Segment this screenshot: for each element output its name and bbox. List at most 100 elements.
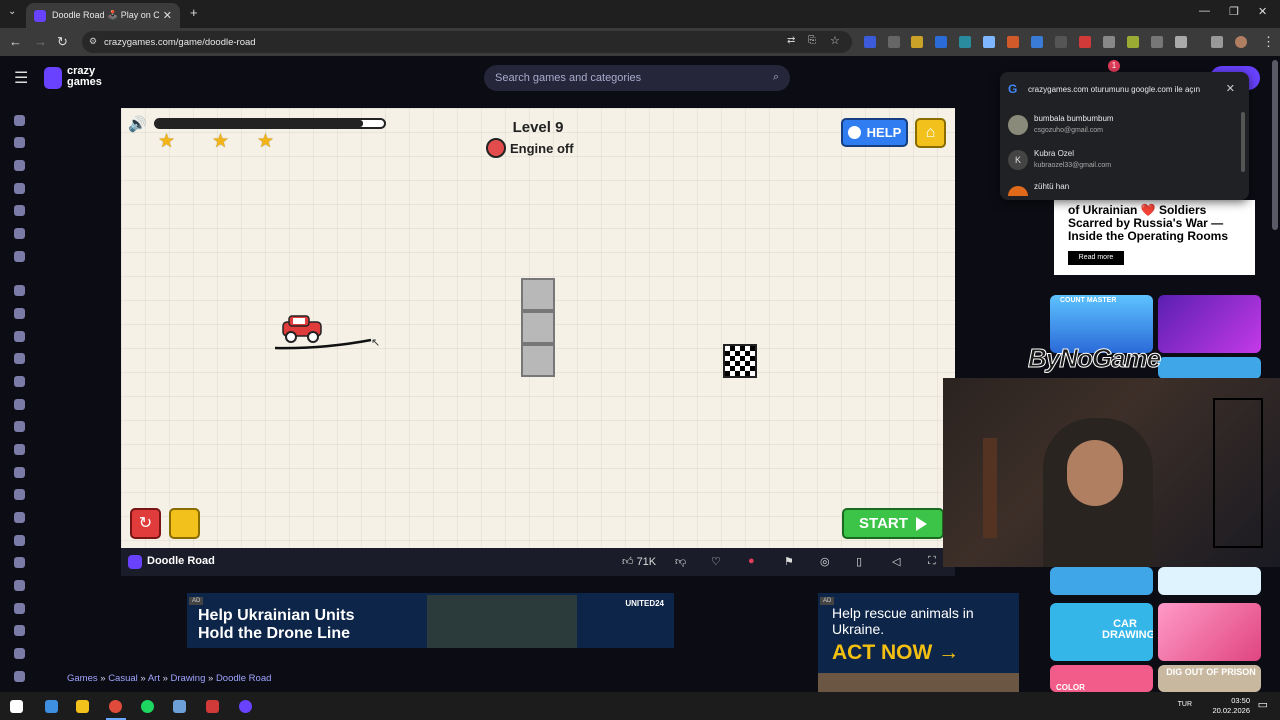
extension-icon[interactable] bbox=[1031, 36, 1043, 48]
updated-icon[interactable] bbox=[14, 205, 25, 216]
new-tab-icon[interactable]: + bbox=[190, 5, 198, 20]
home-button[interactable]: ⌂ bbox=[915, 118, 946, 148]
crazygames-logo-icon[interactable] bbox=[44, 67, 62, 89]
account-option[interactable]: bumbala bumbumbum csgozuho@gmail.com bbox=[1006, 109, 1236, 143]
extension-icon[interactable] bbox=[983, 36, 995, 48]
windows-start-icon[interactable] bbox=[10, 700, 23, 713]
minimize-icon[interactable]: — bbox=[1199, 5, 1210, 17]
profile-avatar[interactable] bbox=[1235, 36, 1247, 48]
controller-icon[interactable] bbox=[14, 467, 25, 478]
new-icon[interactable] bbox=[14, 160, 25, 171]
thumbs-down-icon[interactable]: 👎︎ bbox=[675, 555, 686, 568]
clicker-icon[interactable] bbox=[14, 444, 25, 455]
basketball-icon[interactable] bbox=[14, 331, 25, 342]
eraser-button[interactable] bbox=[169, 508, 200, 539]
extensions-puzzle-icon[interactable] bbox=[1175, 36, 1187, 48]
search-icon[interactable]: ⌕ bbox=[773, 71, 779, 84]
file-explorer-icon[interactable] bbox=[76, 700, 89, 713]
read-more-button[interactable]: Read more bbox=[1068, 251, 1124, 265]
recent-icon[interactable] bbox=[14, 137, 25, 148]
extension-icon[interactable] bbox=[1127, 36, 1139, 48]
minecraft-icon[interactable] bbox=[14, 648, 25, 659]
hamburger-menu-icon[interactable]: ☰ bbox=[14, 68, 28, 88]
game-thumb-purple[interactable] bbox=[1158, 295, 1261, 353]
extension-icon[interactable] bbox=[1079, 36, 1091, 48]
ad-banner-ukraine[interactable]: Help Ukrainian Units Hold the Drone Line… bbox=[187, 593, 674, 648]
io-icon[interactable] bbox=[14, 603, 25, 614]
account-option[interactable]: zühtü han bbox=[1006, 178, 1236, 196]
back-icon[interactable]: ← bbox=[9, 34, 22, 49]
embed-icon[interactable]: ◎ bbox=[820, 555, 830, 568]
language-indicator[interactable]: TUR bbox=[1178, 701, 1192, 708]
browser-tab[interactable]: Doodle Road 🕹️ Play on CrazyGames ✕ bbox=[26, 3, 180, 28]
extension-icon[interactable] bbox=[959, 36, 971, 48]
bookmark-star-icon[interactable]: ☆ bbox=[830, 34, 840, 47]
site-info-icon[interactable]: ⚙ bbox=[89, 36, 97, 47]
menu-kebab-icon[interactable]: ⋮ bbox=[1262, 34, 1275, 50]
notification-center-icon[interactable]: ▭ bbox=[1258, 698, 1268, 711]
help-button[interactable]: HELP bbox=[841, 118, 908, 147]
system-clock[interactable]: 03:50 20.02.2026 bbox=[1212, 696, 1250, 716]
breadcrumb-drawing[interactable]: Drawing bbox=[171, 673, 206, 684]
reload-icon[interactable]: ↻ bbox=[57, 34, 68, 50]
home-icon[interactable] bbox=[14, 115, 25, 126]
popup-scrollbar[interactable] bbox=[1241, 112, 1245, 172]
discord-icon[interactable] bbox=[239, 700, 252, 713]
originals-icon[interactable] bbox=[14, 228, 25, 239]
search-icon[interactable] bbox=[45, 700, 58, 713]
ad-banner-animals[interactable]: Help rescue animals in Ukraine. ACT NOW … bbox=[818, 593, 1019, 693]
address-bar[interactable]: ⚙ crazygames.com/game/doodle-road ⇄ ⎘ ☆ bbox=[82, 31, 852, 53]
driving-icon[interactable] bbox=[14, 489, 25, 500]
extension-icon[interactable] bbox=[1103, 36, 1115, 48]
extension-icon[interactable] bbox=[864, 36, 876, 48]
mahjong-icon[interactable] bbox=[14, 625, 25, 636]
like-button[interactable]: 👍︎ 71K bbox=[622, 555, 656, 568]
extension-icon[interactable] bbox=[1151, 36, 1163, 48]
fullscreen-icon[interactable]: ⛶ bbox=[928, 555, 936, 568]
puzzle-icon[interactable] bbox=[14, 671, 25, 682]
game-thumb-car-drawing[interactable]: CAR DRAWING bbox=[1050, 603, 1153, 661]
ad-side-article[interactable]: of Ukrainian ❤️ Soldiers Scarred by Russ… bbox=[1054, 200, 1255, 275]
spotify-icon[interactable] bbox=[141, 700, 154, 713]
action-icon[interactable] bbox=[14, 285, 25, 296]
app-icon[interactable] bbox=[206, 700, 219, 713]
beauty-icon[interactable] bbox=[14, 353, 25, 364]
extension-icon[interactable] bbox=[1007, 36, 1019, 48]
trending-icon[interactable] bbox=[14, 183, 25, 194]
restart-button[interactable]: ↻ bbox=[130, 508, 161, 539]
adventure-icon[interactable] bbox=[14, 308, 25, 319]
start-button[interactable]: START bbox=[842, 508, 944, 539]
chrome-icon[interactable] bbox=[109, 700, 122, 713]
restore-icon[interactable]: ❐ bbox=[1229, 5, 1239, 18]
breadcrumb-games[interactable]: Games bbox=[67, 673, 98, 684]
flash-icon[interactable] bbox=[14, 535, 25, 546]
breadcrumb-casual[interactable]: Casual bbox=[108, 673, 138, 684]
card-icon[interactable] bbox=[14, 399, 25, 410]
install-icon[interactable]: ⎘ bbox=[808, 35, 816, 46]
translate-icon[interactable]: ⇄ bbox=[787, 35, 795, 46]
heart-icon[interactable]: ♡ bbox=[711, 555, 721, 568]
extension-icon[interactable] bbox=[935, 36, 947, 48]
page-scrollbar[interactable] bbox=[1272, 60, 1278, 230]
escape-icon[interactable] bbox=[14, 512, 25, 523]
mobile-icon[interactable]: ▯ bbox=[856, 555, 862, 568]
game-thumb-dig-out[interactable]: DIG OUT OF PRISON bbox=[1158, 665, 1261, 692]
reading-list-icon[interactable] bbox=[1211, 36, 1223, 48]
extension-icon[interactable] bbox=[1055, 36, 1067, 48]
account-option[interactable]: K Kubra Ozel kubraozel33@gmail.com bbox=[1006, 144, 1236, 178]
game-canvas[interactable]: 🔊 ★ ★ ★ Level 9 Engine off HELP ⌂ ↖ ↻ ST… bbox=[121, 108, 955, 548]
extension-icon[interactable] bbox=[888, 36, 900, 48]
shooting-icon[interactable] bbox=[14, 557, 25, 568]
app-icon[interactable] bbox=[173, 700, 186, 713]
close-tab-icon[interactable]: ✕ bbox=[163, 9, 172, 22]
site-logo[interactable]: crazy games bbox=[67, 66, 102, 88]
window-close-icon[interactable]: ✕ bbox=[1258, 5, 1267, 18]
multiplayer-icon[interactable] bbox=[14, 251, 25, 262]
casual-icon[interactable] bbox=[14, 421, 25, 432]
game-thumb-blue[interactable] bbox=[1158, 357, 1261, 379]
close-popup-icon[interactable]: ✕ bbox=[1226, 82, 1235, 95]
car-icon[interactable] bbox=[14, 376, 25, 387]
breadcrumb-art[interactable]: Art bbox=[148, 673, 160, 684]
report-icon[interactable]: ⚑ bbox=[784, 555, 794, 568]
search-input[interactable]: Search games and categories ⌕ bbox=[484, 65, 790, 91]
